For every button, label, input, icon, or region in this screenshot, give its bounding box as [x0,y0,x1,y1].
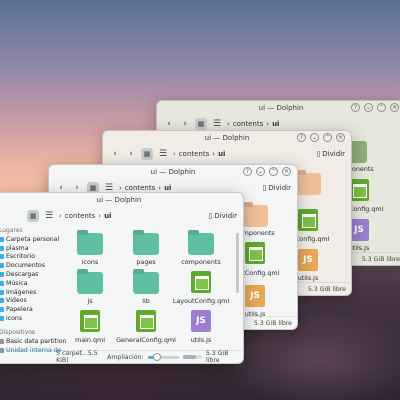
js-file-icon[interactable]: JS [191,310,211,332]
split-label: Dividir [268,184,291,192]
view-compact-icon[interactable]: ☰ [43,210,55,222]
qml-file-icon[interactable] [349,179,369,201]
breadcrumb-item[interactable]: contents [233,120,263,128]
folder-icon[interactable] [77,233,103,255]
view-compact-icon[interactable]: ☰ [211,118,223,130]
maximize-icon[interactable]: ⌃ [323,133,332,142]
file-label[interactable]: utils.js [171,336,231,344]
file-label[interactable]: lib [116,297,176,305]
qml-file-icon[interactable] [191,271,211,293]
split-icon: ▯ [316,150,321,158]
folder-icon[interactable] [295,173,321,195]
folder-icon[interactable] [188,233,214,255]
window-title: ui — Dolphin ? ⌄ ⌃ × [103,131,351,145]
split-button[interactable]: ▯ Dividir [208,212,237,220]
free-space-label: 5.3 GiB libre [253,319,292,327]
file-label[interactable]: main.qml [60,336,120,344]
toolbar: ‹ › ▦ ☰ › contents › ui ▯ Dividir [103,145,351,163]
split-icon: ▯ [208,212,213,220]
zoom-label: Ampliación: [107,353,144,361]
view-compact-icon[interactable]: ☰ [157,148,169,160]
window-title: ui — Dolphin ? ⌄ ⌃ × [49,165,297,179]
forward-icon[interactable]: › [125,148,137,160]
back-icon[interactable]: ‹ [109,148,121,160]
status-text: 5 carpet...5.5 KiB) [56,350,98,364]
file-label[interactable]: pages [116,258,176,266]
file-label[interactable]: GeneralConfig.qml [116,336,176,344]
qml-file-icon[interactable] [80,310,100,332]
free-space-bar-fill [183,355,197,359]
folder-icon[interactable] [242,205,268,227]
split-icon: ▯ [262,184,267,192]
close-icon[interactable]: × [390,103,399,112]
forward-icon[interactable]: › [179,118,191,130]
zoom-slider-handle[interactable] [153,352,162,361]
js-file-icon[interactable]: JS [298,249,318,271]
breadcrumb[interactable]: › contents › ui [59,212,111,220]
free-space-label: 5.3 GiB libre [361,255,400,263]
free-space-label: 5.3 GiB libre [205,350,229,364]
maximize-icon[interactable]: ⌃ [377,103,386,112]
back-icon[interactable]: ‹ [163,118,175,130]
close-icon[interactable]: × [282,167,291,176]
folder-icon[interactable] [133,233,159,255]
qml-file-icon[interactable] [245,242,265,264]
file-label[interactable]: components [171,258,231,266]
breadcrumb-item[interactable]: contents [179,150,209,158]
window-title-text: ui — Dolphin [258,104,304,112]
window-title: ui — Dolphin ? ⌄ ⌃ × [157,101,400,115]
minimize-icon[interactable]: ⌄ [364,103,373,112]
help-icon[interactable]: ? [351,103,360,112]
breadcrumb-item-current[interactable]: ui [104,212,111,220]
window-title-text: ui — Dolphin [96,196,142,204]
window-title-text: ui — Dolphin [150,168,196,176]
file-label[interactable]: icons [60,258,120,266]
zoom-slider[interactable] [147,352,180,361]
scrollbar[interactable] [236,233,239,293]
breadcrumb-item-current[interactable]: ui [272,120,279,128]
toolbar: ▦ ☰ › contents › ui ▯ Dividir [0,207,243,225]
folder-icon[interactable] [77,272,103,294]
view-icons-icon[interactable]: ▦ [195,118,207,130]
split-label: Dividir [322,150,345,158]
help-icon[interactable]: ? [297,133,306,142]
dolphin-window-front[interactable]: ui — Dolphin ▦ ☰ › contents › ui ▯ Divid… [0,192,244,364]
folder-icon[interactable] [133,272,159,294]
split-button[interactable]: ▯ Dividir [262,184,291,192]
minimize-icon[interactable]: ⌄ [256,167,265,176]
file-view[interactable]: icons pages components js lib LayoutConf… [0,225,243,363]
free-space-bar [183,355,202,359]
split-button[interactable]: ▯ Dividir [316,150,345,158]
status-bar: 5 carpet...5.5 KiB) Ampliación: 5.3 GiB … [0,350,243,363]
breadcrumb[interactable]: › contents › ui [227,120,279,128]
close-icon[interactable]: × [336,133,345,142]
breadcrumb-item[interactable]: contents [65,212,95,220]
view-icons-icon[interactable]: ▦ [141,148,153,160]
qml-file-icon[interactable] [298,209,318,231]
minimize-icon[interactable]: ⌄ [310,133,319,142]
js-file-icon[interactable]: JS [349,219,369,241]
breadcrumb-item-current[interactable]: ui [164,184,171,192]
split-label: Dividir [214,212,237,220]
maximize-icon[interactable]: ⌃ [269,167,278,176]
breadcrumb[interactable]: › contents › ui [173,150,225,158]
file-label[interactable]: LayoutConfig.qml [171,297,231,305]
view-icons-icon[interactable]: ▦ [27,210,39,222]
qml-file-icon[interactable] [136,310,156,332]
breadcrumb-item-current[interactable]: ui [218,150,225,158]
breadcrumb-item[interactable]: contents [125,184,155,192]
window-title: ui — Dolphin [0,193,243,207]
help-icon[interactable]: ? [243,167,252,176]
window-title-text: ui — Dolphin [204,134,250,142]
free-space-label: 5.3 GiB libre [307,285,346,293]
breadcrumb[interactable]: › contents › ui [119,184,171,192]
js-file-icon[interactable]: JS [245,285,265,307]
file-label[interactable]: js [60,297,120,305]
